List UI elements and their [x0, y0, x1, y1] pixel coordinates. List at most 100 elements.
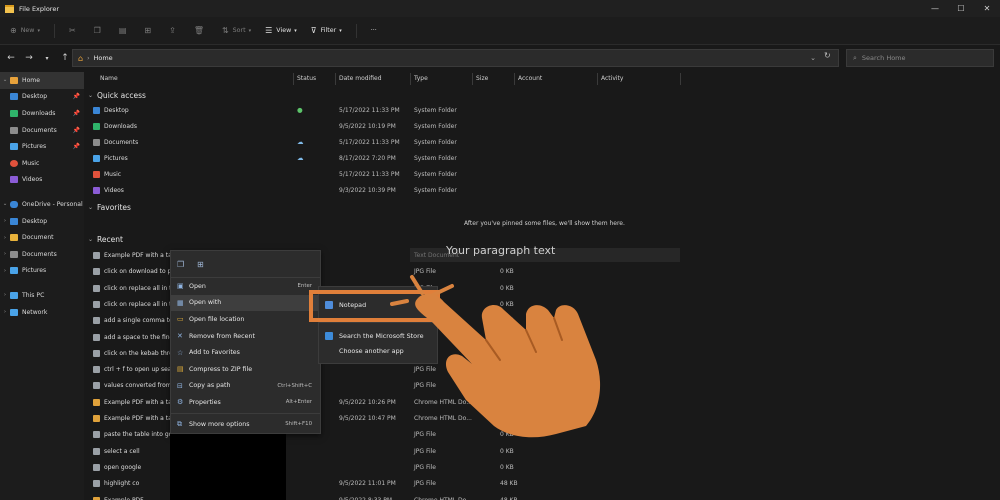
column-divider[interactable] [410, 73, 411, 85]
file-type: Chrome HTML Do... [414, 398, 472, 406]
section-quick-access[interactable]: ⌄ Quick access [88, 91, 146, 100]
menu-item-properties[interactable]: ⚙ Properties Alt+Enter [171, 394, 320, 411]
address-dropdown-icon[interactable]: ⌄ [810, 54, 816, 62]
delete-button[interactable]: 🗑 [194, 26, 208, 35]
quick-access-row[interactable]: Music 5/17/2022 11:33 PM System Folder [90, 167, 690, 183]
copy-path-icon: ⊟ [177, 381, 183, 390]
properties-icon: ⚙ [177, 398, 184, 407]
copy-icon[interactable]: ❐ [177, 260, 197, 269]
menu-item-show-more-options[interactable]: ⧉ Show more options Shift+F10 [171, 416, 320, 433]
menu-item-open-file-location[interactable]: ▭ Open file location [171, 311, 320, 328]
view-icon: ☰ [265, 26, 273, 35]
expand-chevron-icon[interactable]: › [0, 235, 10, 241]
menu-item-open[interactable]: ▣ Open Enter [171, 278, 320, 295]
view-button[interactable]: ☰ View ▾ [265, 26, 297, 35]
expand-chevron-icon[interactable]: ⌄ [0, 77, 10, 83]
file-icon [93, 382, 100, 390]
expand-chevron-icon[interactable]: › [0, 292, 10, 298]
column-header-size[interactable]: Size [476, 75, 488, 82]
sidebar-item-music[interactable]: Music [0, 155, 84, 172]
sidebar-item-pictures[interactable]: Pictures 📌 [0, 138, 84, 155]
sidebar-item-network[interactable]: › Network [0, 304, 84, 321]
quick-access-row[interactable]: Pictures ☁ 8/17/2022 7:20 PM System Folder [90, 151, 690, 167]
column-divider[interactable] [472, 73, 473, 85]
column-header-date[interactable]: Date modified [339, 75, 382, 82]
column-divider[interactable] [597, 73, 598, 85]
menu-item-compress-zip[interactable]: ▤ Compress to ZIP file [171, 361, 320, 378]
expand-chevron-icon[interactable]: › [0, 218, 10, 224]
view-label: View [276, 27, 292, 34]
column-header-account[interactable]: Account [518, 75, 542, 82]
rename-button[interactable]: ⊞ [144, 26, 155, 35]
desktop-icon [10, 93, 18, 101]
section-recent[interactable]: ⌄ Recent [88, 235, 123, 244]
expand-chevron-icon[interactable]: › [0, 268, 10, 274]
menu-item-remove-from-recent[interactable]: ✕ Remove from Recent [171, 328, 320, 345]
menu-item-add-to-favorites[interactable]: ☆ Add to Favorites [171, 344, 320, 361]
cut-button[interactable]: ✂ [69, 26, 80, 35]
search-icon: ⌕ [853, 53, 857, 62]
navigation-pane: ⌄ Home Desktop 📌 Downloads 📌 Documents 📌… [0, 72, 84, 500]
more-options-button[interactable]: ··· [371, 27, 377, 34]
file-type: JPG File [414, 382, 436, 390]
new-button[interactable]: ⊕ New ▾ [10, 26, 40, 35]
expand-chevron-icon[interactable]: ⌄ [0, 201, 10, 207]
section-favorites[interactable]: ⌄ Favorites [88, 203, 131, 212]
quick-access-row[interactable]: Documents ☁ 5/17/2022 11:33 PM System Folde… [90, 135, 690, 151]
column-header-activity[interactable]: Activity [601, 75, 623, 82]
close-button[interactable]: ✕ [974, 0, 1000, 17]
file-size: 48 KB [500, 496, 518, 500]
sidebar-item-videos[interactable]: Videos [0, 172, 84, 189]
column-header-status[interactable]: Status [297, 75, 316, 82]
more-label: ··· [370, 27, 377, 34]
sort-button[interactable]: ⇅ Sort ▾ [222, 26, 251, 35]
file-icon [93, 252, 100, 259]
column-divider[interactable] [335, 73, 336, 85]
search-input[interactable]: ⌕ Search Home [846, 49, 994, 67]
share-button[interactable]: ⇪ [169, 26, 180, 35]
column-divider[interactable] [514, 73, 515, 85]
sidebar-item-onedrive-document[interactable]: › Document [0, 229, 84, 246]
column-header-name[interactable]: Name [100, 75, 118, 82]
rename-icon[interactable]: ⊞ [197, 260, 217, 269]
minimize-button[interactable]: — [922, 0, 948, 17]
forward-button[interactable]: → [20, 53, 38, 63]
menu-item-label: Open [189, 282, 206, 290]
copy-button[interactable]: ❐ [94, 26, 105, 35]
submenu-item-choose-another-app[interactable]: Choose another app [319, 343, 437, 359]
sidebar-item-desktop[interactable]: Desktop 📌 [0, 89, 84, 106]
address-bar-row: ← → ▾ ↑ ⌂ › Home ⌄ ↻ ⌕ Search Home [0, 45, 1000, 71]
column-divider[interactable] [680, 73, 681, 85]
file-size: 48 KB [500, 480, 518, 488]
address-bar[interactable]: ⌂ › Home ⌄ [72, 49, 839, 67]
sidebar-item-onedrive-pictures[interactable]: › Pictures [0, 263, 84, 280]
file-type: System Folder [414, 139, 457, 146]
sidebar-item-home[interactable]: ⌄ Home [0, 72, 84, 89]
menu-item-copy-as-path[interactable]: ⊟ Copy as path Ctrl+Shift+C [171, 378, 320, 395]
sidebar-item-this-pc[interactable]: › This PC [0, 287, 84, 304]
recent-locations-button[interactable]: ▾ [38, 55, 56, 62]
refresh-button[interactable]: ↻ [824, 51, 831, 60]
back-button[interactable]: ← [2, 53, 20, 63]
file-icon [93, 268, 100, 276]
sidebar-item-onedrive-documents[interactable]: › Documents [0, 246, 84, 263]
sidebar-item-documents[interactable]: Documents 📌 [0, 122, 84, 139]
status-icon: ☁ [297, 154, 304, 162]
quick-access-row[interactable]: Downloads 9/5/2022 10:19 PM System Folder [90, 119, 690, 135]
filter-button[interactable]: ⊽ Filter ▾ [311, 26, 342, 35]
expand-chevron-icon[interactable]: › [0, 309, 10, 315]
sidebar-item-onedrive-desktop[interactable]: › Desktop [0, 213, 84, 230]
column-header-type[interactable]: Type [414, 75, 428, 82]
maximize-button[interactable]: ☐ [948, 0, 974, 17]
quick-access-row[interactable]: Videos 9/3/2022 10:39 PM System Folder [90, 183, 690, 199]
paste-button[interactable]: ▤ [119, 26, 131, 35]
file-name: Example PDF [104, 496, 144, 500]
file-size: 0 KB [500, 349, 514, 357]
column-divider[interactable] [293, 73, 294, 85]
sidebar-item-downloads[interactable]: Downloads 📌 [0, 105, 84, 122]
menu-item-open-with[interactable]: ▦ Open with › [171, 294, 320, 312]
submenu-item-microsoft-store[interactable]: Search the Microsoft Store [319, 329, 437, 343]
quick-access-row[interactable]: Desktop ● 5/17/2022 11:33 PM System Folder [90, 103, 690, 119]
sidebar-item-onedrive[interactable]: ⌄ OneDrive - Personal [0, 196, 84, 213]
expand-chevron-icon[interactable]: › [0, 251, 10, 257]
